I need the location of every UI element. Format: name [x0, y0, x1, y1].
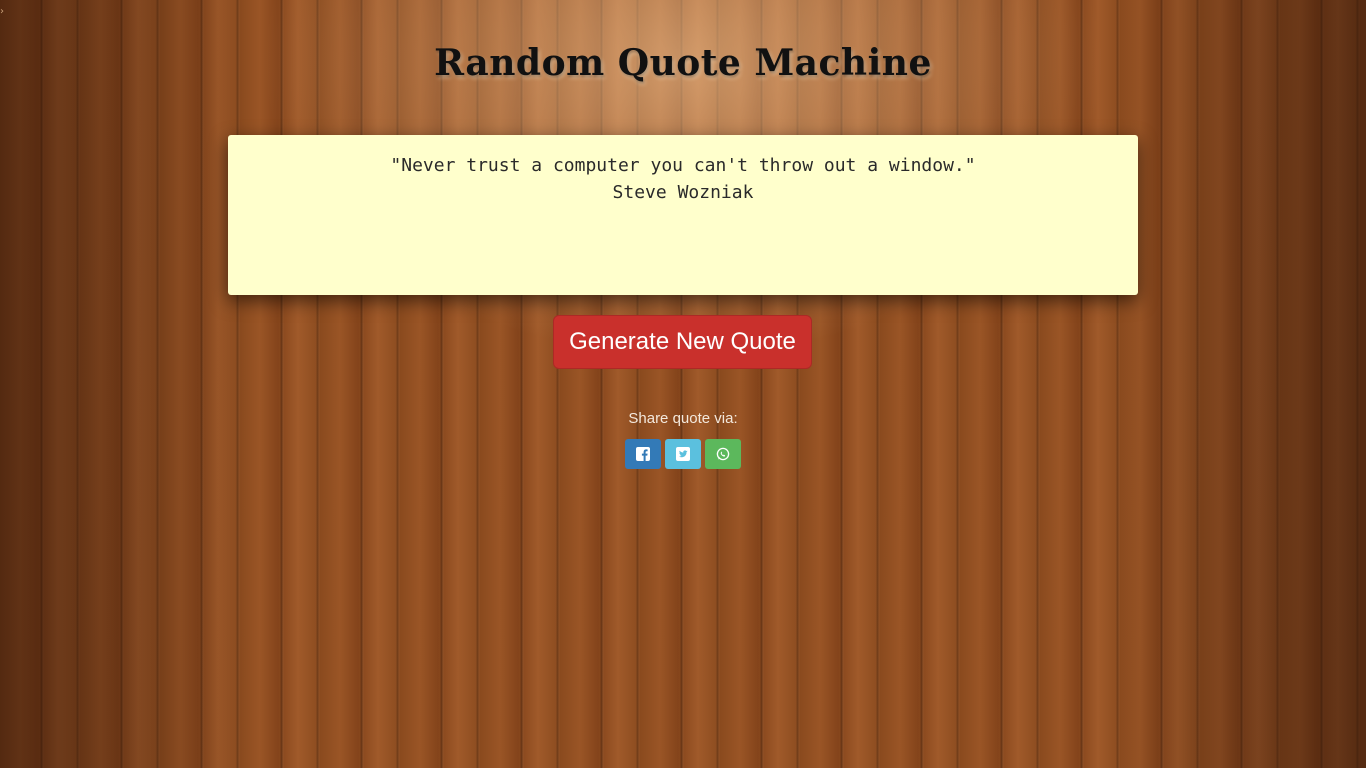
twitter-icon	[676, 447, 690, 461]
page-title: Random Quote Machine	[434, 42, 932, 84]
quote-text: "Never trust a computer you can't throw …	[390, 155, 976, 176]
share-facebook-button[interactable]	[625, 439, 661, 469]
whatsapp-icon	[716, 447, 730, 461]
facebook-icon	[636, 447, 650, 461]
corner-marker: ›	[0, 6, 4, 17]
share-twitter-button[interactable]	[665, 439, 701, 469]
share-label: Share quote via:	[628, 410, 738, 427]
quote-card: "Never trust a computer you can't throw …	[228, 135, 1138, 295]
generate-new-quote-button[interactable]: Generate New Quote	[553, 315, 812, 369]
quote-author: Steve Wozniak	[612, 182, 754, 203]
share-buttons	[625, 439, 741, 469]
share-whatsapp-button[interactable]	[705, 439, 741, 469]
